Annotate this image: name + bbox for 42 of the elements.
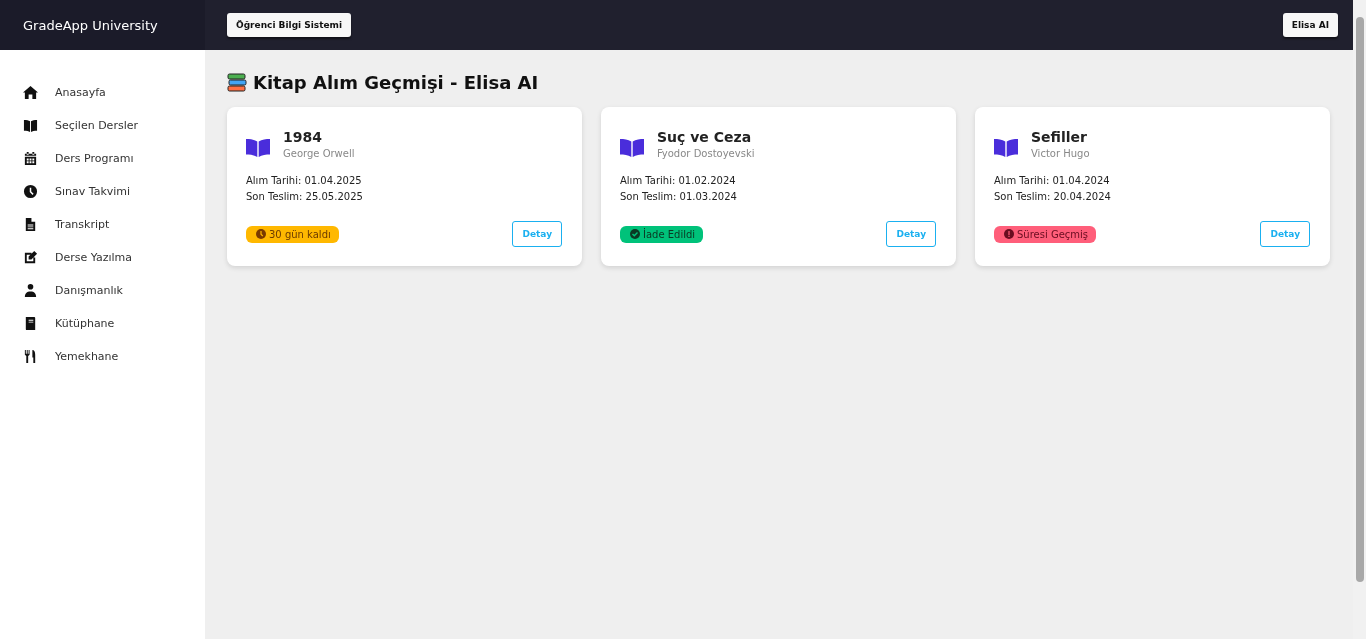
page-title: Kitap Alım Geçmişi - Elisa AI [253, 72, 539, 93]
sidebar-item[interactable]: Transkript [0, 208, 205, 241]
book-author: George Orwell [283, 148, 355, 159]
file-icon [23, 217, 38, 232]
purchase-date: Alım Tarihi: 01.04.2024 [994, 174, 1111, 188]
sidebar-item[interactable]: Seçilen Dersler [0, 109, 205, 142]
book-icon [23, 316, 38, 331]
utensils-icon [23, 349, 38, 364]
sidebar-item[interactable]: Sınav Takvimi [0, 175, 205, 208]
book-open-icon [23, 118, 38, 133]
books-icon [227, 72, 247, 93]
home-icon [23, 85, 38, 100]
system-button[interactable]: Öğrenci Bilgi Sistemi [227, 13, 352, 37]
book-open-icon [994, 137, 1018, 157]
status-badge: İade Edildi [620, 225, 704, 243]
sidebar-item[interactable]: Ders Programı [0, 142, 205, 175]
book-open-icon [620, 137, 644, 157]
brand-name: GradeApp University [0, 0, 205, 50]
purchase-date: Alım Tarihi: 01.02.2024 [620, 174, 737, 188]
user-button[interactable]: Elisa AI [1282, 13, 1338, 37]
book-title: Suç ve Ceza [657, 129, 753, 145]
user-icon [23, 283, 38, 298]
sidebar-item[interactable]: Kütüphane [0, 307, 205, 340]
edit-icon [23, 250, 38, 265]
book-title: 1984 [283, 129, 323, 145]
book-open-icon [246, 137, 270, 157]
sidebar-item[interactable]: Yemekhane [0, 340, 205, 373]
due-date: Son Teslim: 20.04.2024 [994, 190, 1112, 204]
status-badge: 30 gün kaldı [246, 225, 339, 243]
book-author: Victor Hugo [1031, 148, 1090, 159]
sidebar-item[interactable]: Danışmanlık [0, 274, 205, 307]
purchase-date: Alım Tarihi: 01.04.2025 [246, 174, 363, 188]
book-title: Sefiller [1031, 129, 1088, 145]
clock-icon [23, 184, 38, 199]
due-date: Son Teslim: 25.05.2025 [246, 190, 364, 204]
sidebar-item[interactable]: Anasayfa [0, 76, 205, 109]
calendar-icon [23, 151, 38, 166]
due-date: Son Teslim: 01.03.2024 [620, 190, 738, 204]
book-author: Fyodor Dostoyevski [657, 148, 755, 159]
status-badge: Süresi Geçmiş [994, 225, 1097, 243]
sidebar-item[interactable]: Derse Yazılma [0, 241, 205, 274]
scrollbar[interactable] [1353, 0, 1366, 639]
